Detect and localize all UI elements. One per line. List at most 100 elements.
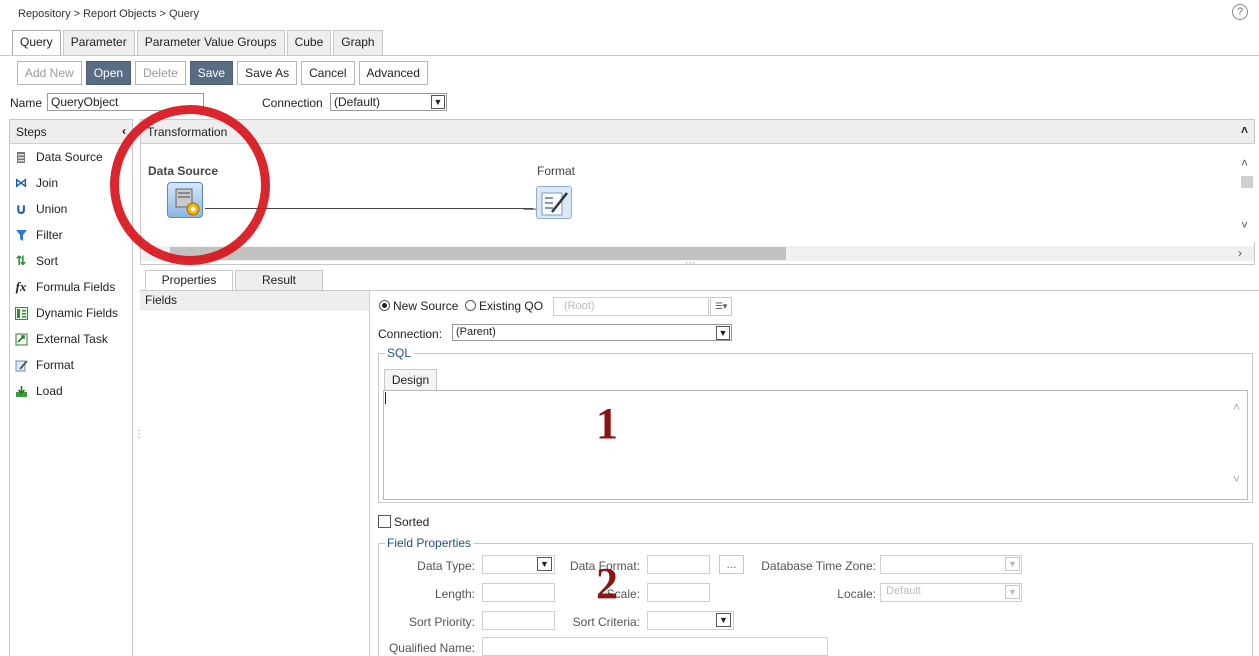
tree-picker-icon[interactable]: ☰▾ — [710, 297, 732, 316]
chevron-down-icon[interactable]: ▼ — [1005, 585, 1020, 599]
open-button[interactable]: Open — [85, 61, 132, 85]
data-type-label: Data Type: — [417, 559, 475, 573]
chevron-down-icon[interactable]: ▼ — [716, 613, 731, 627]
sql-scroll-up-icon[interactable]: ˄ — [1233, 400, 1240, 414]
sql-scroll-down-icon[interactable]: ˅ — [1233, 472, 1240, 486]
locale-label: Locale: — [837, 587, 876, 601]
scroll-down-icon[interactable]: ˅ — [1241, 218, 1248, 232]
data-source-icon — [14, 150, 28, 164]
format-node-icon[interactable] — [536, 186, 572, 219]
add-new-button[interactable]: Add New — [17, 61, 82, 85]
existing-qo-label: Existing QO — [479, 299, 544, 313]
database-time-zone-select[interactable] — [880, 555, 1022, 574]
cancel-button[interactable]: Cancel — [301, 61, 355, 85]
advanced-button[interactable]: Advanced — [358, 61, 428, 85]
sort-priority-input[interactable] — [482, 611, 555, 630]
locale-select[interactable]: Default — [880, 583, 1022, 602]
sql-legend: SQL — [385, 346, 414, 360]
sorted-checkbox[interactable] — [378, 515, 391, 528]
step-sort[interactable]: ⇅ Sort — [10, 248, 132, 274]
vertical-scroll-thumb[interactable] — [1241, 176, 1253, 188]
step-formula-fields[interactable]: fx Formula Fields — [10, 274, 132, 300]
step-external-task[interactable]: External Task — [10, 326, 132, 352]
name-label: Name — [10, 96, 43, 110]
property-tabs: Properties Result — [145, 270, 325, 291]
chevron-down-icon[interactable]: ▼ — [537, 557, 552, 571]
format-icon — [14, 358, 28, 372]
external-task-icon — [14, 332, 28, 346]
save-as-button[interactable]: Save As — [237, 61, 298, 85]
new-source-radio[interactable]: New Source — [379, 299, 458, 313]
design-button[interactable]: Design — [384, 369, 437, 391]
tab-result[interactable]: Result — [235, 270, 323, 291]
step-load[interactable]: Load — [10, 378, 132, 404]
new-source-label: New Source — [393, 299, 459, 313]
chevron-down-icon[interactable]: ▼ — [716, 326, 730, 340]
dynamic-fields-icon — [14, 306, 28, 320]
step-filter[interactable]: Filter — [10, 222, 132, 248]
tab-query[interactable]: Query — [12, 30, 61, 56]
node-label-format: Format — [537, 164, 576, 178]
union-icon: ∪ — [14, 201, 28, 218]
collapse-up-icon[interactable]: ˄ — [1241, 123, 1248, 137]
save-button[interactable]: Save — [189, 61, 234, 85]
database-time-zone-label: Database Time Zone: — [761, 559, 876, 573]
field-properties-legend: Field Properties — [385, 536, 474, 550]
step-dynamic-fields[interactable]: Dynamic Fields — [10, 300, 132, 326]
vertical-splitter-handle[interactable]: ⋮ — [134, 430, 144, 440]
connection-select[interactable]: (Default) ▼ — [330, 93, 447, 111]
data-format-browse-button[interactable]: ... — [719, 555, 744, 574]
scroll-right-icon[interactable]: › — [1238, 246, 1242, 260]
radio-unselected-icon[interactable] — [465, 300, 477, 311]
help-icon[interactable]: ? — [1232, 4, 1248, 20]
annotation-number-two: 2 — [596, 559, 618, 608]
source-connection-value: (Parent) — [456, 326, 496, 338]
steps-header: Steps ‹ — [10, 120, 132, 144]
step-label: Filter — [36, 228, 63, 242]
chevron-down-icon[interactable]: ▼ — [431, 95, 445, 109]
qualified-name-label: Qualified Name: — [388, 641, 475, 655]
sql-editor[interactable] — [383, 390, 1248, 500]
horizontal-splitter-handle[interactable]: ⋯ — [685, 258, 696, 269]
step-label: Load — [36, 384, 63, 398]
tab-parameter[interactable]: Parameter — [62, 30, 135, 55]
length-input[interactable] — [482, 583, 555, 602]
chevron-down-icon[interactable]: ▼ — [1005, 557, 1020, 571]
step-format[interactable]: Format — [10, 352, 132, 378]
annotation-number-one: 1 — [596, 399, 618, 448]
tab-cube[interactable]: Cube — [286, 30, 332, 55]
scale-input[interactable] — [647, 583, 710, 602]
existing-qo-radio[interactable]: Existing QO — [465, 299, 543, 313]
sort-icon: ⇅ — [15, 253, 27, 268]
transformation-panel: Transformation ˄ — [140, 119, 1255, 265]
join-icon: ⋈ — [14, 175, 28, 190]
tab-graph[interactable]: Graph — [333, 30, 383, 55]
formula-icon: fx — [15, 279, 27, 294]
length-label: Length: — [434, 587, 475, 601]
filter-icon — [14, 228, 28, 242]
scroll-up-icon[interactable]: ˄ — [1241, 156, 1248, 170]
sorted-label: Sorted — [394, 515, 430, 529]
qualified-name-input[interactable] — [482, 637, 828, 656]
steps-title: Steps — [16, 125, 47, 139]
delete-button[interactable]: Delete — [135, 61, 186, 85]
sorted-checkbox-row[interactable]: Sorted — [378, 515, 429, 529]
toolbar: Add New Open Delete Save Save As Cancel … — [17, 61, 428, 85]
tab-properties[interactable]: Properties — [145, 270, 233, 291]
tab-parameter-value-groups[interactable]: Parameter Value Groups — [136, 30, 285, 55]
sort-priority-label: Sort Priority: — [408, 615, 475, 629]
source-connection-label: Connection: — [378, 327, 443, 341]
data-format-input[interactable] — [647, 555, 710, 574]
connection-label: Connection — [262, 96, 323, 110]
radio-selected-icon[interactable] — [379, 300, 390, 311]
breadcrumb: Repository > Report Objects > Query — [18, 8, 199, 20]
root-input[interactable]: (Root) — [553, 297, 709, 316]
text-caret — [385, 392, 386, 404]
connection-select-value: (Default) — [334, 95, 381, 109]
step-label: External Task — [36, 332, 108, 346]
transformation-header: Transformation ˄ — [141, 120, 1254, 144]
step-label: Dynamic Fields — [36, 306, 119, 320]
main-tabs: Query Parameter Parameter Value Groups C… — [12, 30, 383, 56]
step-label: Sort — [36, 254, 59, 268]
source-connection-select[interactable]: (Parent) ▼ — [452, 324, 732, 341]
